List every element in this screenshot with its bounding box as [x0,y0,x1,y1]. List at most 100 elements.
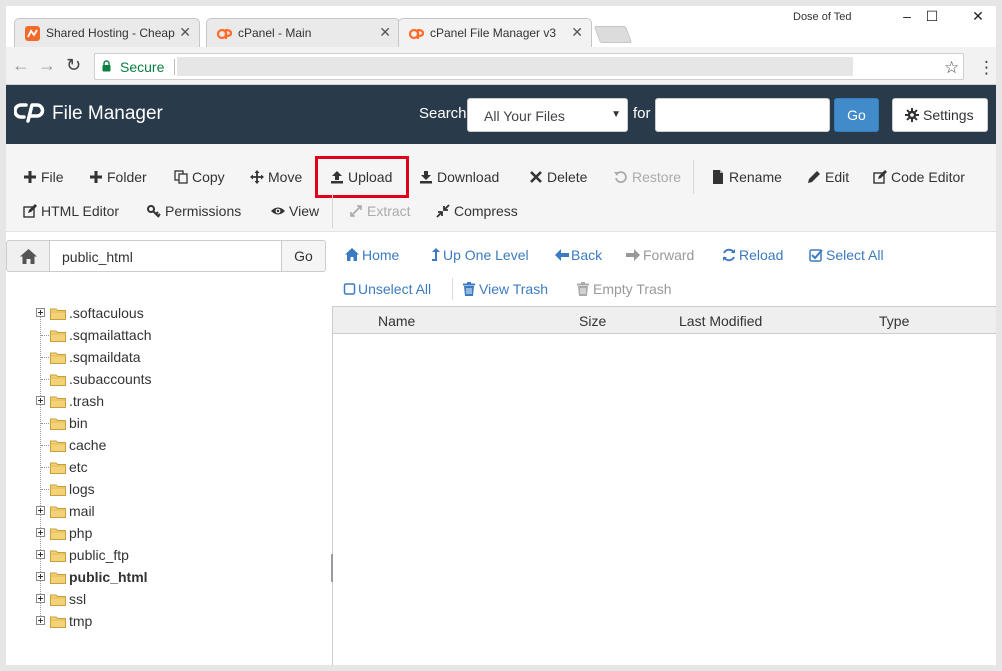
checkbox-checked-icon [809,249,823,262]
unselect-all-label: Unselect All [358,281,432,297]
url-field[interactable]: Secure [94,53,964,80]
column-size[interactable]: Size [579,313,606,329]
address-bar: ← → ↻ Secure ☆ ⋮ [6,47,996,85]
settings-button[interactable]: Settings [892,98,988,132]
folder-icon [50,506,66,518]
tab-close-icon[interactable]: ✕ [379,24,391,41]
maximize-icon[interactable]: ☐ [909,6,955,28]
upload-highlight-box [315,156,409,198]
directory-tree: .softaculous .sqmailattach .sqmaildata .sub… [6,303,332,665]
column-type[interactable]: Type [879,313,909,329]
path-input[interactable]: public_html [49,240,282,272]
expand-plus-icon[interactable] [36,528,45,537]
new-tab-button[interactable] [593,26,633,43]
file-list-header: Name Size Last Modified Type [333,307,996,334]
copy-icon [174,170,188,184]
folder-icon [50,396,66,408]
toolbar: File Folder Copy Move Upload Download De… [6,144,996,232]
tree-item-label: .trash [69,393,105,409]
document-icon [713,170,723,184]
reload-icon[interactable]: ↻ [66,55,81,76]
file-manager-header: File Manager Search All Your Files ▼ for… [6,85,996,144]
expand-plus-icon[interactable] [36,594,45,603]
folder-icon [50,528,66,540]
tree-item-label: .sqmailattach [69,327,152,343]
eye-icon [271,207,285,215]
home-label: Home [362,247,400,263]
home-directory-button[interactable] [6,240,50,272]
expand-plus-icon[interactable] [36,572,45,581]
cpanel-favicon-icon [217,28,232,40]
tab-close-icon[interactable]: ✕ [179,24,191,41]
trash-icon [463,282,475,296]
back-arrow-icon[interactable]: ← [12,55,30,76]
tab-close-icon[interactable]: ✕ [571,24,583,41]
settings-label: Settings [923,107,974,123]
folder-icon [50,616,66,628]
html-editor-label: HTML Editor [41,203,120,219]
tree-branch-line [41,467,49,468]
browser-menu-icon[interactable]: ⋮ [978,58,995,78]
forward-label: Forward [643,247,695,263]
tab-title: cPanel File Manager v3 [430,26,557,40]
folder-icon [50,462,66,474]
file-list[interactable]: Name Size Last Modified Type [332,306,996,665]
lock-icon [102,60,111,72]
tree-branch-line [41,335,49,336]
tree-item-label: bin [69,415,88,431]
forward-arrow-icon[interactable]: → [38,55,56,76]
home-icon [345,248,359,261]
home-icon [20,249,37,264]
folder-icon [50,440,66,452]
select-all-label: Select All [826,247,884,263]
search-label: Search [419,105,467,122]
delete-x-icon [530,171,542,183]
tree-item-label: tmp [69,613,93,629]
gear-icon [905,108,919,122]
bookmark-star-icon[interactable]: ☆ [944,58,959,78]
browser-tab-shared-hosting[interactable]: Shared Hosting - Cheap ✕ [14,18,200,47]
browser-tab-file-manager[interactable]: cPanel File Manager v3 ✕ [398,18,592,47]
window-close-icon[interactable]: ✕ [955,6,996,28]
restore-icon [614,171,627,183]
browser-window: Shared Hosting - Cheap ✕ cPanel - Main ✕… [6,6,996,665]
browser-tab-cpanel-main[interactable]: cPanel - Main ✕ [206,18,400,47]
view-trash-label: View Trash [479,281,548,297]
column-last-modified[interactable]: Last Modified [679,313,762,329]
folder-icon [50,352,66,364]
secure-label: Secure [120,59,165,75]
expand-plus-icon[interactable] [36,550,45,559]
tree-item-label: cache [69,437,107,453]
search-go-button[interactable]: Go [834,98,879,132]
for-label: for [633,105,651,122]
expand-plus-icon[interactable] [36,616,45,625]
expand-plus-icon[interactable] [36,308,45,317]
edit-square-icon [23,204,37,218]
tree-item-label: .sqmaildata [69,349,141,365]
extract-label: Extract [367,203,411,219]
key-icon [147,205,161,218]
plus-icon [24,171,36,183]
cpanel-logo-icon [14,103,45,123]
tree-branch-line [41,445,49,446]
folder-icon [50,330,66,342]
column-name[interactable]: Name [378,313,415,329]
trash-icon [577,282,589,296]
navlink-divider [452,278,453,300]
arrow-left-icon [555,249,569,261]
folder-icon [50,484,66,496]
search-input[interactable] [655,98,830,132]
cpanel-favicon-icon [409,28,424,40]
toolbar-divider [332,194,333,228]
tab-title: cPanel - Main [238,26,312,40]
search-scope-select[interactable]: All Your Files ▼ [467,98,628,132]
pane-resize-handle[interactable] [331,554,333,582]
path-go-button[interactable]: Go [281,240,326,272]
edit-label: Edit [825,169,850,185]
window-user-label: Dose of Ted [793,11,852,23]
search-scope-value: All Your Files [484,108,565,124]
compress-label: Compress [454,203,518,219]
code-editor-label: Code Editor [891,169,965,185]
expand-plus-icon[interactable] [36,396,45,405]
expand-plus-icon[interactable] [36,506,45,515]
